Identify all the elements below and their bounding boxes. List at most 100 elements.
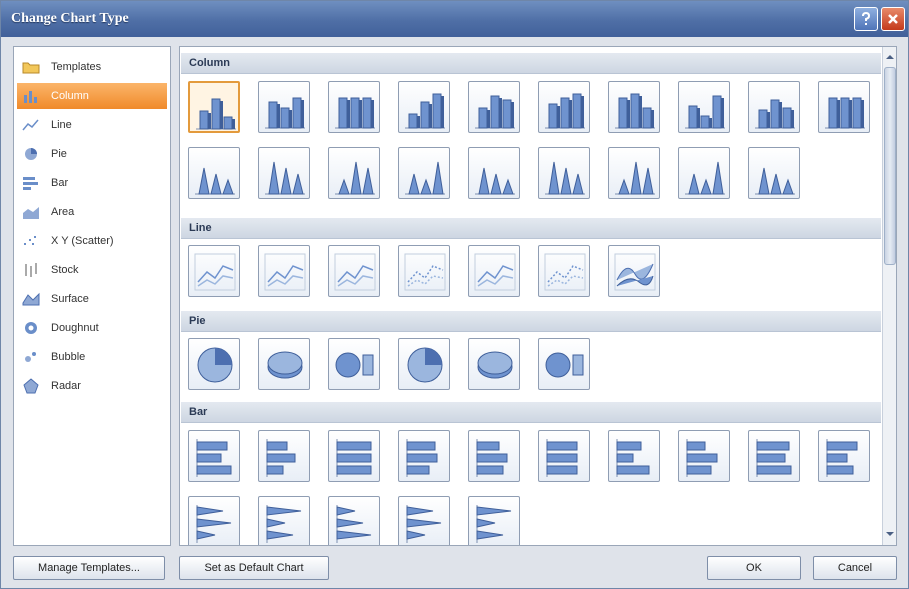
column-subtype-thumbnail[interactable]: [468, 81, 520, 133]
bar-subtype-thumbnail[interactable]: [188, 430, 240, 482]
category-label: Templates: [51, 61, 102, 73]
category-item[interactable]: Surface: [17, 286, 167, 312]
section-heading-bar: Bar: [181, 402, 881, 423]
column-subtype-thumbnail[interactable]: [188, 81, 240, 133]
category-item[interactable]: Column: [17, 83, 167, 109]
bar-subtype-thumbnail[interactable]: [538, 430, 590, 482]
bar-subtype-thumbnail[interactable]: [398, 430, 450, 482]
scroll-down-arrow[interactable]: [884, 527, 896, 541]
column-subtype-thumbnail[interactable]: [608, 147, 660, 199]
bar-subtype-thumbnail[interactable]: [608, 430, 660, 482]
column-subtype-thumbnail[interactable]: [468, 147, 520, 199]
column-subtype-thumbnail[interactable]: [678, 81, 730, 133]
pie-subtype-thumbnail[interactable]: [398, 338, 450, 390]
column-subtype-thumbnail[interactable]: [328, 81, 380, 133]
bar-subtype-thumbnail[interactable]: [328, 430, 380, 482]
line-chart-icon: [334, 253, 376, 291]
ok-button[interactable]: OK: [707, 556, 801, 580]
bar-chart-icon: [686, 439, 718, 477]
category-item[interactable]: Doughnut: [17, 315, 167, 341]
line-subtype-thumbnail[interactable]: [398, 245, 450, 297]
bar-subtype-thumbnail[interactable]: [468, 430, 520, 482]
category-label: Column: [51, 90, 89, 102]
column-subtype-thumbnail[interactable]: [398, 147, 450, 199]
column-subtype-thumbnail[interactable]: [608, 81, 660, 133]
close-button[interactable]: [881, 7, 905, 31]
line-subtype-thumbnail[interactable]: [188, 245, 240, 297]
category-item[interactable]: Radar: [17, 373, 167, 399]
bar-chart-icon: [406, 439, 438, 477]
scroll-thumb[interactable]: [884, 67, 896, 265]
surface-chart-icon: [22, 292, 40, 306]
category-item[interactable]: Area: [17, 199, 167, 225]
category-item[interactable]: Templates: [17, 54, 167, 80]
pie-subtype-thumbnail[interactable]: [328, 338, 380, 390]
cancel-button[interactable]: Cancel: [813, 556, 897, 580]
title-bar: Change Chart Type: [1, 1, 908, 37]
column-subtype-thumbnail[interactable]: [678, 147, 730, 199]
column-chart-icon: [265, 161, 305, 195]
line-subtype-thumbnail[interactable]: [468, 245, 520, 297]
bar-subtype-thumbnail[interactable]: [188, 496, 240, 545]
column-subtype-thumbnail[interactable]: [398, 81, 450, 133]
column-chart-icon: [755, 99, 795, 129]
line-subtype-thumbnail[interactable]: [538, 245, 590, 297]
category-item[interactable]: Bubble: [17, 344, 167, 370]
pie-chart-icon: [477, 351, 513, 379]
column-subtype-thumbnail[interactable]: [258, 81, 310, 133]
bar-subtype-thumbnail[interactable]: [328, 496, 380, 545]
pie-subtype-thumbnail[interactable]: [468, 338, 520, 390]
column-subtype-thumbnail[interactable]: [818, 81, 870, 133]
radar-chart-icon: [23, 378, 39, 394]
manage-templates-button[interactable]: Manage Templates...: [13, 556, 165, 580]
set-as-default-chart-button[interactable]: Set as Default Chart: [179, 556, 329, 580]
line-subtype-thumbnail[interactable]: [328, 245, 380, 297]
pie-subtype-thumbnail[interactable]: [188, 338, 240, 390]
bar-chart-icon: [23, 177, 38, 190]
bar-chart-icon: [196, 439, 232, 477]
column-chart-icon: [335, 161, 375, 195]
bar-subtype-thumbnail[interactable]: [818, 430, 870, 482]
pie-subtype-thumbnail[interactable]: [258, 338, 310, 390]
column-subtype-thumbnail[interactable]: [188, 147, 240, 199]
bar-subtype-thumbnail[interactable]: [468, 496, 520, 545]
line-subtype-thumbnail[interactable]: [258, 245, 310, 297]
help-button[interactable]: [854, 7, 878, 31]
column-subtype-thumbnail[interactable]: [328, 147, 380, 199]
column-subtype-thumbnail[interactable]: [258, 147, 310, 199]
column-subtype-thumbnail[interactable]: [748, 147, 800, 199]
column-subtype-thumbnail[interactable]: [748, 81, 800, 133]
bar-subtype-thumbnail[interactable]: [258, 430, 310, 482]
category-item[interactable]: X Y (Scatter): [17, 228, 167, 254]
pie-chart-icon: [335, 352, 374, 378]
vertical-scrollbar[interactable]: [882, 47, 896, 545]
bar-subtype-thumbnail[interactable]: [398, 496, 450, 545]
window-title: Change Chart Type: [11, 11, 129, 26]
category-item[interactable]: Bar: [17, 170, 167, 196]
bar-subtype-thumbnail[interactable]: [748, 430, 800, 482]
pie-chart-icon: [545, 352, 584, 378]
column-subtype-thumbnail[interactable]: [538, 147, 590, 199]
bar-subtype-thumbnail[interactable]: [258, 496, 310, 545]
pie-chart-icon: [267, 351, 303, 379]
stock-chart-icon: [25, 263, 37, 277]
category-label: Surface: [51, 293, 89, 305]
bar-chart-icon: [196, 505, 232, 543]
question-icon: [862, 12, 871, 25]
category-item[interactable]: Pie: [17, 141, 167, 167]
pie-subtype-thumbnail[interactable]: [538, 338, 590, 390]
line-chart-icon: [404, 253, 446, 291]
bar-chart-icon: [756, 439, 792, 477]
category-icon: [22, 88, 40, 104]
column-chart-icon: [335, 97, 375, 129]
category-label: Line: [51, 119, 72, 131]
column-subtype-thumbnail[interactable]: [538, 81, 590, 133]
category-label: Bar: [51, 177, 69, 189]
line-subtype-thumbnail[interactable]: [608, 245, 660, 297]
column-chart-icon: [685, 161, 725, 195]
category-item[interactable]: Line: [17, 112, 167, 138]
scroll-up-arrow[interactable]: [884, 50, 896, 64]
bar-subtype-thumbnail[interactable]: [678, 430, 730, 482]
chart-subtype-gallery: Column Line Pie Bar: [179, 46, 897, 546]
category-item[interactable]: Stock: [17, 257, 167, 283]
